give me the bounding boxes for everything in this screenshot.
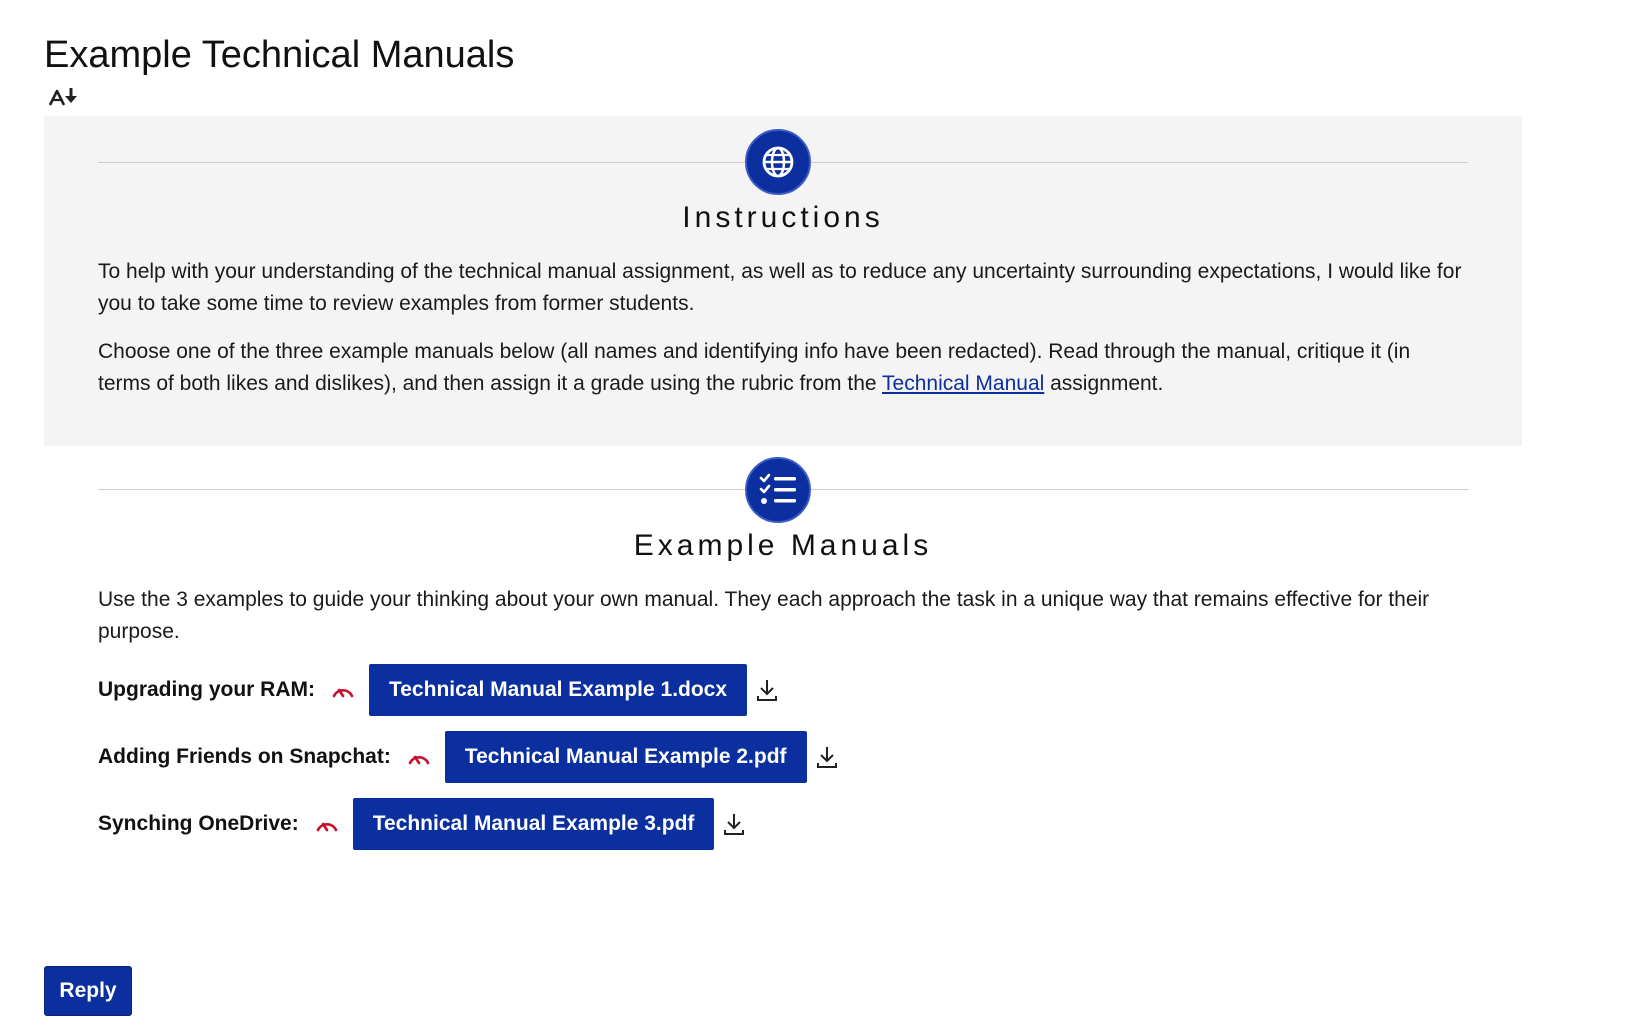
page-title: Example Technical Manuals	[44, 34, 515, 76]
file-label: Upgrading your RAM:	[98, 678, 315, 701]
preview-icon[interactable]	[407, 748, 431, 766]
immersive-reader-icon[interactable]	[48, 86, 80, 108]
instructions-paragraph-2: Choose one of the three example manuals …	[98, 336, 1468, 400]
examples-intro: Use the 3 examples to guide your thinkin…	[98, 588, 1430, 643]
examples-heading: Example Manuals	[633, 529, 933, 562]
preview-icon[interactable]	[315, 815, 339, 833]
file-download-button[interactable]: Technical Manual Example 3.pdf	[352, 798, 715, 850]
file-download-button[interactable]: Technical Manual Example 1.docx	[368, 664, 748, 716]
instructions-paragraph-2-text: Choose one of the three example manuals …	[98, 340, 1411, 395]
file-download-button[interactable]: Technical Manual Example 2.pdf	[444, 731, 807, 783]
instructions-paragraph-1: To help with your understanding of the t…	[98, 260, 1462, 315]
download-icon[interactable]	[815, 744, 839, 770]
file-row: Upgrading your RAM: Technical Manual Exa…	[98, 664, 779, 716]
globe-icon	[745, 129, 811, 195]
download-icon[interactable]	[755, 677, 779, 703]
reply-button[interactable]: Reply	[44, 966, 132, 1016]
file-row: Adding Friends on Snapchat: Technical Ma…	[98, 731, 839, 783]
instructions-paragraph-2-end: assignment.	[1044, 372, 1164, 395]
file-label: Adding Friends on Snapchat:	[98, 745, 391, 768]
technical-manual-link[interactable]: Technical Manual	[882, 372, 1044, 395]
file-row: Synching OneDrive: Technical Manual Exam…	[98, 798, 746, 850]
download-icon[interactable]	[722, 811, 746, 837]
instructions-heading: Instructions	[682, 201, 884, 234]
file-label: Synching OneDrive:	[98, 812, 299, 835]
preview-icon[interactable]	[331, 681, 355, 699]
checklist-icon	[745, 457, 811, 523]
